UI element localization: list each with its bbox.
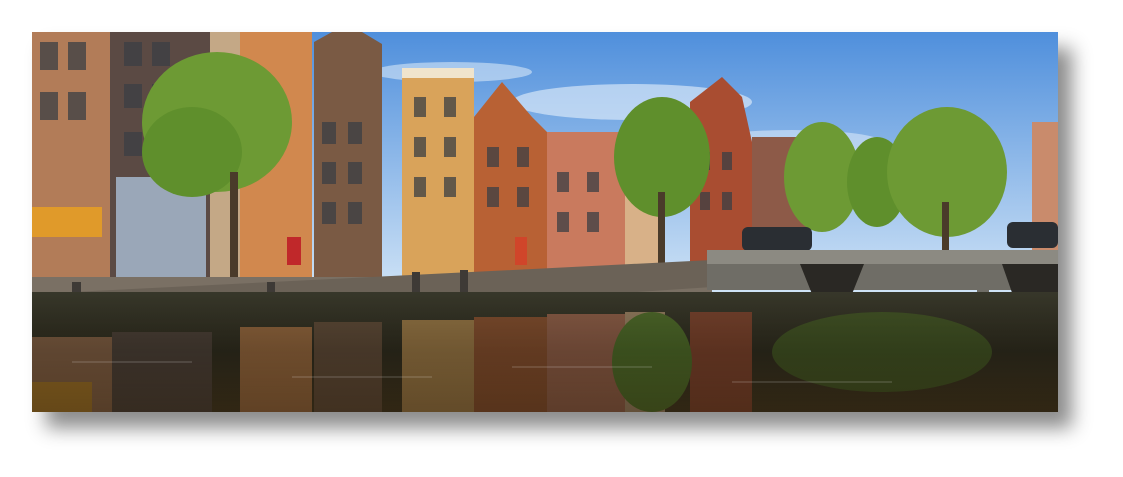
canal-scene-illustration: [32, 32, 1058, 412]
photo: [32, 32, 1058, 412]
